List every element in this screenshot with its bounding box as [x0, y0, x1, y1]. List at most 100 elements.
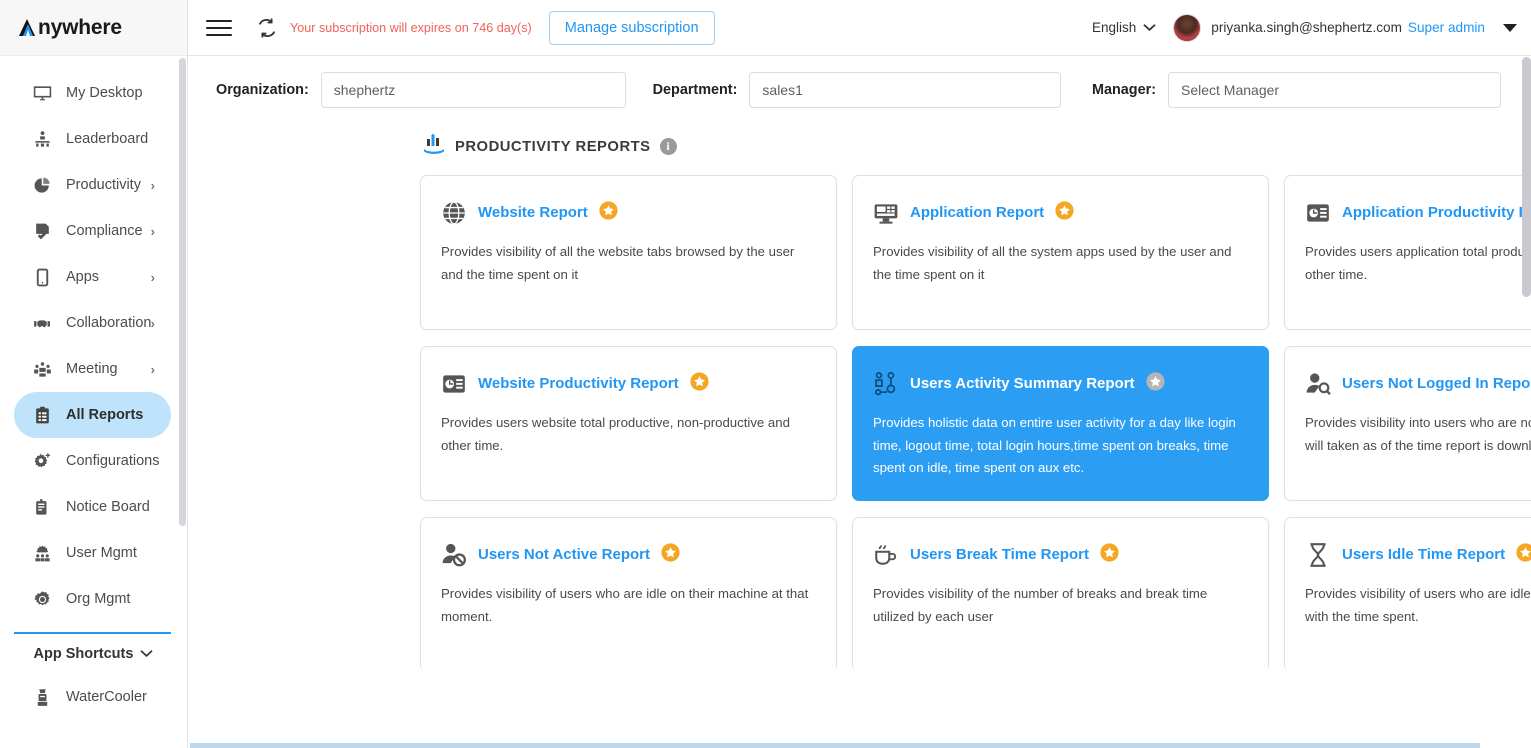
main-scrollbar[interactable] — [1522, 57, 1531, 297]
notice-board-icon — [30, 496, 54, 518]
sidebar-item-productivity[interactable]: Productivity › — [14, 162, 171, 208]
sidebar-item-label: Collaboration — [66, 315, 152, 331]
people-group-icon — [30, 358, 54, 380]
department-select[interactable]: sales1 — [749, 72, 1062, 108]
language-selector[interactable]: English — [1092, 20, 1156, 35]
favorite-star-icon[interactable] — [1516, 543, 1531, 567]
web-productivity-icon — [441, 371, 467, 397]
organization-select[interactable]: shephertz — [320, 72, 626, 108]
app-shortcuts-toggle[interactable]: App Shortcuts — [0, 634, 187, 674]
desktop-app-icon — [873, 200, 899, 226]
org-gear-icon — [30, 588, 54, 610]
sidebar-item-label: Compliance — [66, 223, 143, 239]
report-card[interactable]: Application Productivity Report Provides … — [1284, 175, 1531, 330]
sidebar-item-leaderboard[interactable]: Leaderboard — [14, 116, 171, 162]
sidebar-item-label: WaterCooler — [66, 689, 147, 705]
report-card-title: Users Not Active Report — [478, 546, 650, 564]
report-card[interactable]: Users Not Active Report Provides visibili… — [420, 517, 837, 668]
sidebar: nywhere My Desktop Leaderboard Productiv… — [0, 0, 188, 748]
brand-header[interactable]: nywhere — [0, 0, 187, 56]
sidebar-item-notice-board[interactable]: Notice Board — [14, 484, 171, 530]
info-icon[interactable]: i — [659, 138, 677, 155]
sidebar-nav: My Desktop Leaderboard Productivity › Co… — [0, 56, 187, 720]
user-search-icon — [1305, 371, 1331, 397]
favorite-star-icon[interactable] — [1100, 543, 1119, 567]
report-card-title: Users Idle Time Report — [1342, 546, 1506, 564]
sidebar-item-label: Apps — [66, 269, 100, 285]
scroll-region: Organization: shephertz Department: sale… — [188, 56, 1531, 668]
favorite-star-icon[interactable] — [599, 201, 618, 225]
manager-label: Manager: — [1092, 82, 1156, 98]
chevron-right-icon: › — [150, 315, 155, 331]
favorite-star-icon[interactable] — [689, 372, 709, 396]
sidebar-item-label: Configurations — [66, 453, 160, 469]
section-header: PRODUCTIVITY REPORTS i — [188, 122, 1531, 161]
sidebar-item-org-mgmt[interactable]: Org Mgmt — [14, 576, 171, 622]
sidebar-item-collaboration[interactable]: Collaboration › — [14, 300, 171, 346]
sidebar-item-compliance[interactable]: Compliance › — [14, 208, 171, 254]
sidebar-item-user-mgmt[interactable]: User Mgmt — [14, 530, 171, 576]
hamburger-menu-icon[interactable] — [206, 19, 232, 36]
coffee-break-icon — [873, 542, 899, 568]
sidebar-item-my-desktop[interactable]: My Desktop — [14, 70, 171, 116]
report-card[interactable]: Website Productivity Report Provides user… — [420, 346, 837, 502]
chevron-right-icon: › — [150, 269, 155, 285]
sidebar-item-label: Leaderboard — [66, 131, 149, 147]
sidebar-item-configurations[interactable]: Configurations — [14, 438, 171, 484]
hourglass-icon — [1305, 542, 1331, 568]
clipboard-list-icon — [30, 404, 54, 426]
sidebar-item-label: My Desktop — [66, 85, 143, 101]
report-card-description: Provides visibility of the number of bre… — [873, 586, 1208, 624]
favorite-star-icon[interactable] — [661, 543, 680, 567]
account-menu-chevron-down-icon[interactable] — [1503, 23, 1517, 32]
report-card-description: Provides holistic data on entire user ac… — [873, 415, 1236, 476]
report-card-title: Users Activity Summary Report — [910, 375, 1135, 392]
top-bar: Your subscription will expires on 746 da… — [188, 0, 1531, 56]
manager-select[interactable]: Select Manager — [1168, 72, 1501, 108]
report-card-description: Provides visibility of users who are idl… — [441, 586, 809, 624]
chevron-right-icon: › — [150, 223, 155, 239]
report-card[interactable]: Application Report Provides visibility of… — [852, 175, 1269, 330]
reports-grid: Website Report Provides visibility of all… — [188, 175, 1531, 668]
sidebar-scrollbar[interactable] — [179, 58, 186, 526]
organization-filter: Organization: shephertz — [216, 72, 626, 108]
language-label: English — [1092, 20, 1137, 35]
sidebar-item-apps[interactable]: Apps › — [14, 254, 171, 300]
sidebar-item-all-reports[interactable]: All Reports — [14, 392, 171, 438]
report-card[interactable]: Users Idle Time Report Provides visibilit… — [1284, 517, 1531, 668]
sidebar-item-meeting[interactable]: Meeting › — [14, 346, 171, 392]
favorite-star-icon[interactable] — [1055, 201, 1074, 225]
report-card-header: Users Idle Time Report — [1305, 542, 1531, 568]
gear-plus-icon — [30, 450, 54, 472]
manage-subscription-button[interactable]: Manage subscription — [548, 10, 715, 45]
report-card-title: Users Break Time Report — [910, 546, 1089, 564]
avatar[interactable] — [1173, 13, 1202, 42]
report-card-header: Users Break Time Report — [873, 542, 1248, 568]
podium-icon — [30, 128, 54, 150]
report-card[interactable]: Users Not Logged In Report Summary Provid… — [1284, 346, 1531, 502]
report-card-title: Users Not Logged In Report Summary — [1342, 375, 1531, 392]
user-role-link[interactable]: Super admin — [1408, 20, 1485, 35]
user-email: priyanka.singh@shephertz.com — [1211, 20, 1402, 35]
organization-select-wrap: shephertz — [320, 72, 626, 108]
globe-icon — [441, 200, 467, 226]
organization-label: Organization: — [216, 82, 309, 98]
refresh-sync-icon[interactable] — [256, 17, 278, 39]
productivity-reports-icon — [422, 132, 446, 161]
user-blocked-icon — [441, 542, 467, 568]
subscription-notice: Your subscription will expires on 746 da… — [290, 20, 532, 35]
horizontal-scrollbar[interactable] — [190, 743, 1480, 748]
favorite-star-icon[interactable] — [1145, 372, 1165, 396]
sidebar-item-watercooler[interactable]: WaterCooler — [14, 674, 171, 720]
report-card[interactable]: Users Break Time Report Provides visibili… — [852, 517, 1269, 668]
sidebar-item-label: Meeting — [66, 361, 118, 377]
section-title: PRODUCTIVITY REPORTS — [455, 138, 651, 155]
report-card[interactable]: Users Activity Summary Report Provides ho… — [852, 346, 1269, 502]
top-bar-right: English priyanka.singh@shephertz.com Sup… — [1092, 13, 1517, 42]
department-label: Department: — [652, 82, 738, 98]
report-card-header: Website Productivity Report — [441, 371, 816, 397]
report-card[interactable]: Website Report Provides visibility of all… — [420, 175, 837, 330]
report-card-title: Application Productivity Report — [1342, 204, 1531, 221]
report-card-description: Provides visibility into users who are n… — [1305, 415, 1531, 453]
sidebar-item-label: All Reports — [66, 407, 144, 423]
